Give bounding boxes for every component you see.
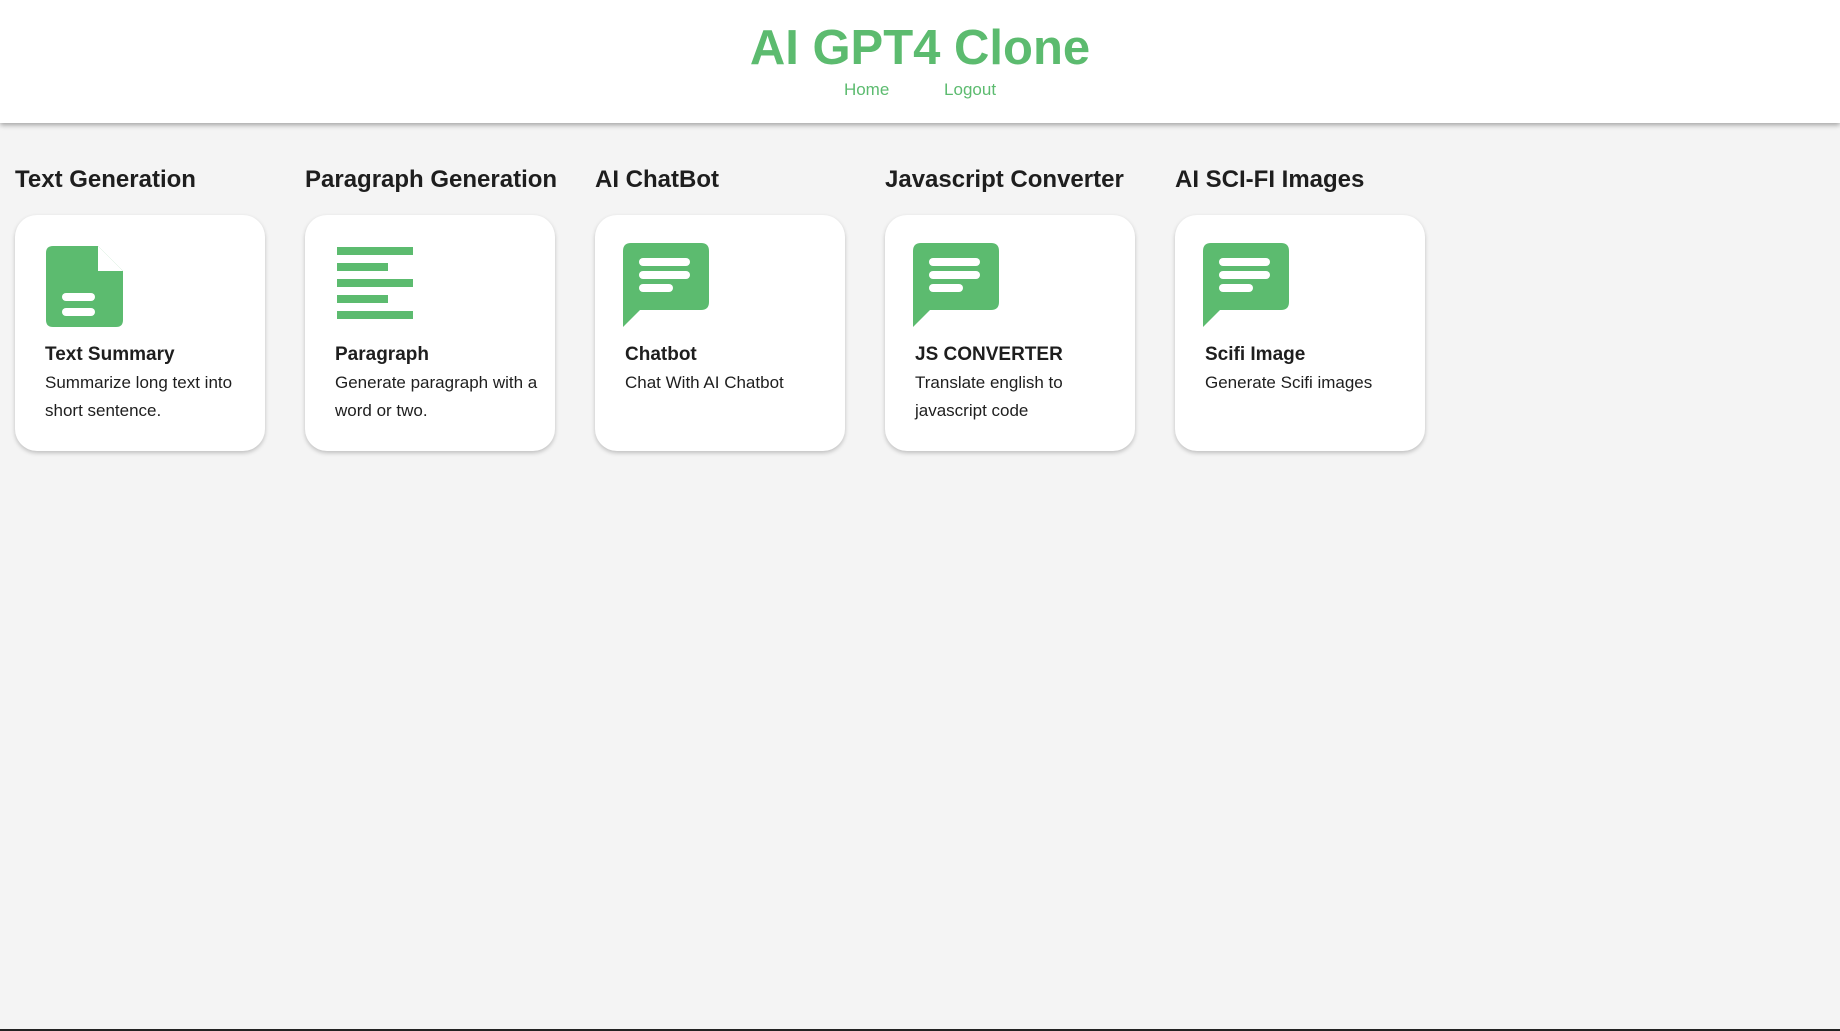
feature-heading: AI ChatBot xyxy=(595,166,719,193)
app-title: AI GPT4 Clone xyxy=(749,21,1091,75)
feature-heading: Javascript Converter xyxy=(885,166,1124,193)
feature-heading: AI SCI-FI Images xyxy=(1175,166,1365,193)
card-title: Scifi Image xyxy=(1205,344,1306,365)
chat-icon xyxy=(1203,243,1289,329)
feature-text-generation: Text Generation Text Summary Summarize l… xyxy=(15,162,267,451)
card-description: Generate paragraph with a word or two. xyxy=(335,373,538,420)
card-title: JS CONVERTER xyxy=(915,344,1063,365)
card-scifi-image[interactable]: Scifi Image Generate Scifi images xyxy=(1175,215,1425,451)
feature-heading: Text Generation xyxy=(15,166,196,193)
card-text-summary[interactable]: Text Summary Summarize long text into sh… xyxy=(15,215,265,451)
feature-ai-scifi-images: AI SCI-FI Images Scifi Image Generate Sc… xyxy=(1175,162,1427,451)
card-description: Generate Scifi images xyxy=(1205,373,1373,392)
chat-icon xyxy=(623,243,709,329)
card-chatbot[interactable]: Chatbot Chat With AI Chatbot xyxy=(595,215,845,451)
feature-javascript-converter: Javascript Converter JS CONVERTER Transl… xyxy=(885,162,1137,451)
card-title: Chatbot xyxy=(625,344,697,365)
card-title: Text Summary xyxy=(45,344,175,365)
card-description: Translate english to javascript code xyxy=(915,373,1063,420)
card-description: Summarize long text into short sentence. xyxy=(45,373,233,420)
app-root: AI GPT4 Clone Home Logout Text Generatio… xyxy=(0,0,1840,1031)
top-nav: Home Logout xyxy=(0,80,1840,100)
card-description: Chat With AI Chatbot xyxy=(625,373,784,392)
card-paragraph[interactable]: Paragraph Generate paragraph with a word… xyxy=(305,215,555,451)
chat-icon xyxy=(913,243,999,329)
format-align-left-icon xyxy=(333,243,419,329)
card-title: Paragraph xyxy=(335,344,429,365)
nav-link-logout[interactable]: Logout xyxy=(942,80,998,100)
description-icon xyxy=(43,243,129,329)
top-app-bar: AI GPT4 Clone Home Logout xyxy=(0,0,1840,123)
feature-paragraph-generation: Paragraph Generation Paragraph Generate … xyxy=(305,162,558,451)
feature-ai-chatbot: AI ChatBot Chatbot Chat With AI Chatbot xyxy=(595,162,847,451)
card-js-converter[interactable]: JS CONVERTER Translate english to javasc… xyxy=(885,215,1135,451)
feature-heading: Paragraph Generation xyxy=(305,166,558,193)
nav-link-home[interactable]: Home xyxy=(842,80,891,100)
